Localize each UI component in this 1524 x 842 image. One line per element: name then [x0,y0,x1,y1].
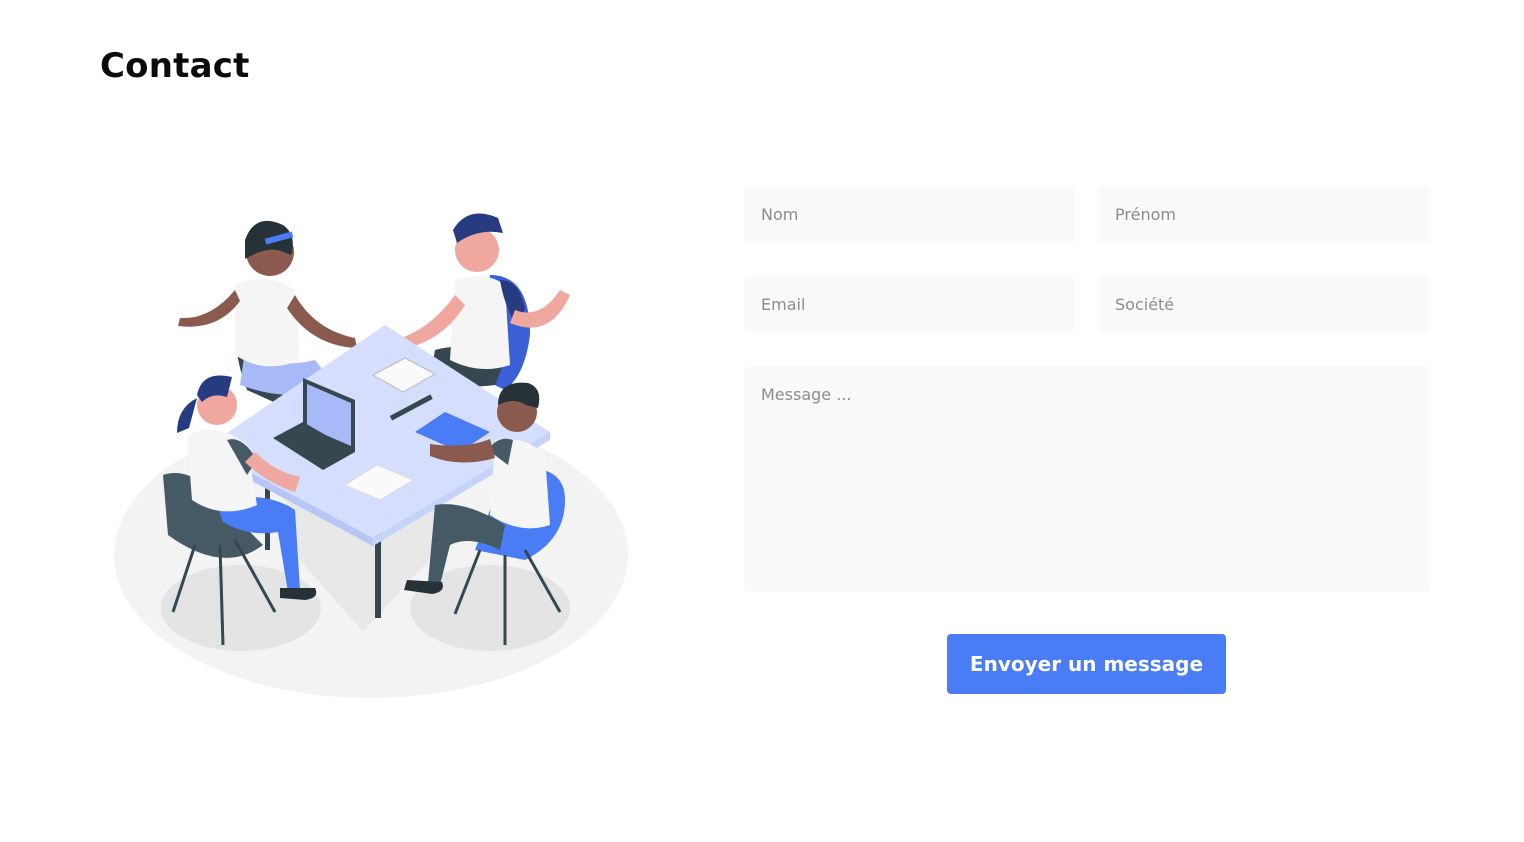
nom-field[interactable] [744,186,1075,243]
page-title: Contact [100,46,250,86]
send-message-button[interactable]: Envoyer un message [947,634,1226,694]
prenom-field[interactable] [1098,186,1430,243]
team-meeting-illustration [105,200,635,705]
email-field[interactable] [744,276,1075,332]
person-back-left-torso [235,278,300,367]
person-back-left-arm-left [178,290,240,327]
person-back-right-torso [450,276,510,369]
person-front-left-shoe [280,588,317,600]
person-front-left-ponytail [177,398,197,433]
societe-field[interactable] [1098,276,1430,332]
message-field[interactable] [744,366,1430,592]
